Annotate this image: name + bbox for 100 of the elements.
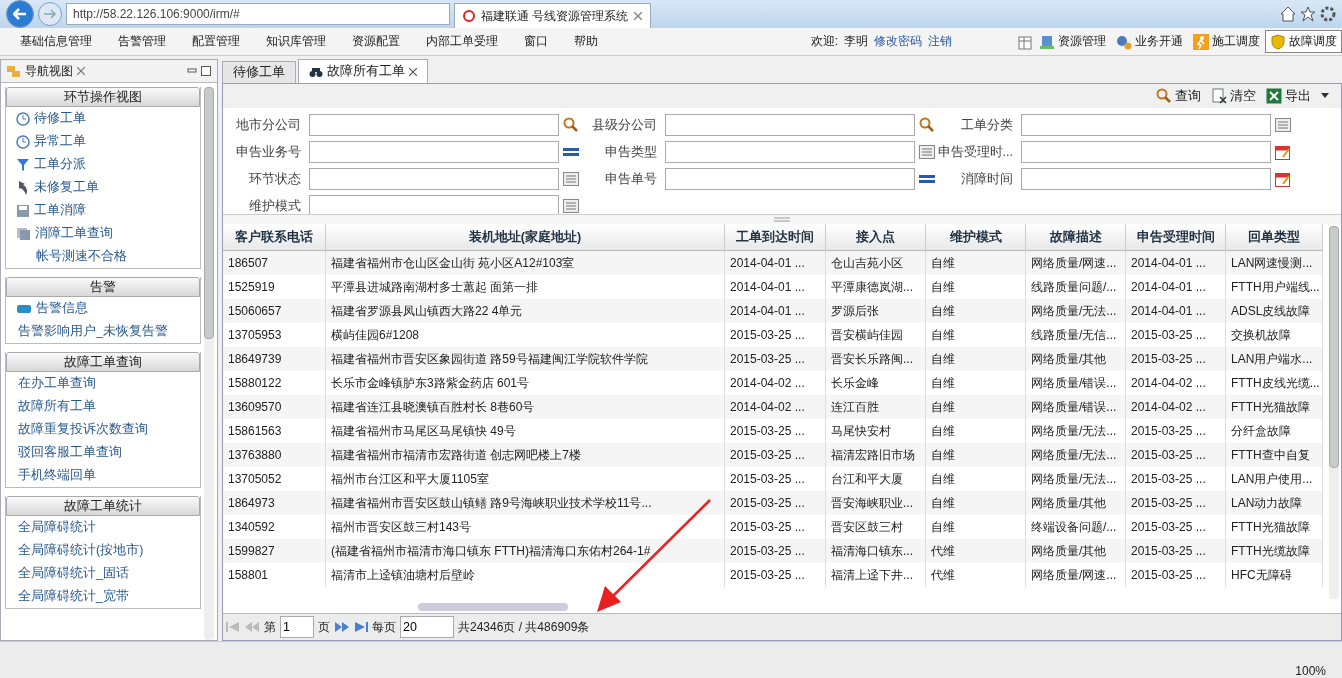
filter-field[interactable] [309,195,559,214]
column-header[interactable]: 维护模式 [926,224,1026,251]
table-cell: 代维 [926,539,1026,563]
nav-item[interactable]: 手机终端回单 [6,464,200,487]
table-cell: 网络质量/无法... [1026,299,1126,323]
column-header[interactable]: 装机地址(家庭地址) [326,224,725,251]
pager-total: 共24346页 / 共486909条 [458,618,590,636]
perspective-button[interactable]: 故障调度 [1265,30,1342,53]
filter-field[interactable] [1021,114,1271,136]
filter-field[interactable] [309,114,559,136]
section-header[interactable]: 环节操作视图 [6,87,200,107]
toolbar-button[interactable]: 导出 [1266,87,1311,105]
column-header[interactable]: 接入点 [826,224,926,251]
menu-item[interactable]: 帮助 [574,33,598,50]
nav-item[interactable]: 全局障碍统计_宽带 [6,585,200,608]
column-header[interactable]: 回单类型 [1226,224,1323,251]
address-bar[interactable]: http://58.22.126.106:9000/irm/# [66,3,450,25]
filter-field[interactable] [665,141,915,163]
zoom-level[interactable]: 100% [1295,664,1326,678]
column-header[interactable]: 客户联系电话 [223,224,326,251]
table-cell: 2015-03-25 ... [1126,347,1226,371]
table-cell: 自维 [926,395,1026,419]
user-link[interactable]: 修改密码 [874,33,922,50]
menu-item[interactable]: 资源配置 [352,33,400,50]
toolbar-button[interactable]: 查询 [1156,87,1201,105]
table-cell: 2015-03-25 ... [725,539,826,563]
per-page-field[interactable]: 20 [400,616,454,638]
nav-item[interactable]: 待修工单 [6,107,200,130]
nav-item[interactable]: 故障重复投诉次数查询 [6,418,200,441]
menu-item[interactable]: 窗口 [524,33,548,50]
nav-item[interactable]: 工单分派 [6,153,200,176]
filter-field[interactable] [309,141,559,163]
nav-item[interactable]: 故障所有工单 [6,395,200,418]
nav-item[interactable]: 告警影响用户_未恢复告警 [6,320,200,343]
column-header[interactable]: 工单到达时间 [725,224,826,251]
column-header[interactable]: 故障描述 [1026,224,1126,251]
filter-label: 消障时间 [960,171,1014,188]
menu-item[interactable]: 配置管理 [192,33,240,50]
nav-item[interactable]: 在办工单查询 [6,372,200,395]
menu-item[interactable]: 知识库管理 [266,33,326,50]
table-cell: 2014-04-01 ... [1126,299,1226,323]
perspective-button[interactable]: 业务开通 [1111,30,1188,53]
table-cell: 15060657 [223,299,326,323]
scrollbar-thumb[interactable] [418,603,568,611]
page-field[interactable]: 1 [280,616,314,638]
nav-item[interactable]: 全局障碍统计_固话 [6,562,200,585]
list-icon [563,172,579,186]
column-header[interactable]: 申告受理时间 [1126,224,1226,251]
browser-tab[interactable]: 福建联通 号线资源管理系统 [454,3,652,28]
close-icon[interactable] [409,67,417,76]
table-cell: LAN网速慢测... [1226,251,1323,275]
filter-field[interactable] [665,114,915,136]
back-button[interactable] [6,0,34,28]
shield-icon [1270,33,1286,50]
menu-item[interactable]: 内部工单受理 [426,33,498,50]
user-link[interactable]: 注销 [928,33,952,50]
toolbar-button[interactable]: 清空 [1211,87,1256,105]
table-cell: 186507 [223,251,326,275]
perspective-button[interactable]: 施工调度 [1188,30,1265,53]
table-cell: FTTH光猫故障 [1226,395,1323,419]
section-header[interactable]: 故障工单统计 [6,496,200,516]
scrollbar-thumb[interactable] [1329,226,1339,468]
menu-item[interactable]: 告警管理 [118,33,166,50]
section-header[interactable]: 告警 [6,277,200,297]
splitter-handle-icon [774,217,790,222]
folders-icon [7,64,21,78]
filter-field[interactable] [665,168,915,190]
menu-item[interactable]: 基础信息管理 [20,33,92,50]
forward-button[interactable] [38,2,62,26]
star-icon [1300,6,1316,22]
filter-label: 地市分公司 [235,117,302,134]
left-arrow-icon [13,8,27,20]
filter-field[interactable] [309,168,559,190]
nav-item[interactable]: 驳回客服工单查询 [6,441,200,464]
nav-item[interactable]: 告警信息 [6,297,200,320]
filter-field[interactable] [1021,168,1271,190]
editor-tab[interactable]: 待修工单 [222,61,296,83]
settings-icon [1320,6,1336,22]
scrollbar-thumb[interactable] [204,87,214,339]
nav-item[interactable]: 全局障碍统计 [6,516,200,539]
nav-item[interactable]: 消障工单查询 [6,222,200,245]
section-header[interactable]: 故障工单查询 [6,352,200,372]
nav-item[interactable]: 全局障碍统计(按地市) [6,539,200,562]
filter-label: 申告受理时... [936,144,1014,161]
table-cell: 福建省福州市福清市宏路街道 创志网吧楼上7楼 [326,443,725,467]
filter-label: 申告业务号 [235,144,302,161]
close-icon [634,12,643,20]
nav-item[interactable]: 帐号测速不合格 [6,245,200,268]
table-cell: LAN用户端水... [1226,347,1323,371]
editor-tab[interactable]: 故障所有工单 [298,59,428,83]
nav-item[interactable]: 未修复工单 [6,176,200,199]
nav-item[interactable]: 异常工单 [6,130,200,153]
perspective-button[interactable]: 资源管理 [1034,30,1111,53]
table-cell: 自维 [926,347,1026,371]
filter-field[interactable] [1021,141,1271,163]
table-cell: 晋安长乐路闽... [826,347,926,371]
pager-label: 第 [264,618,276,636]
nav-item[interactable]: 工单消障 [6,199,200,222]
table-cell: 连江百胜 [826,395,926,419]
code-bar-icon [919,174,935,184]
